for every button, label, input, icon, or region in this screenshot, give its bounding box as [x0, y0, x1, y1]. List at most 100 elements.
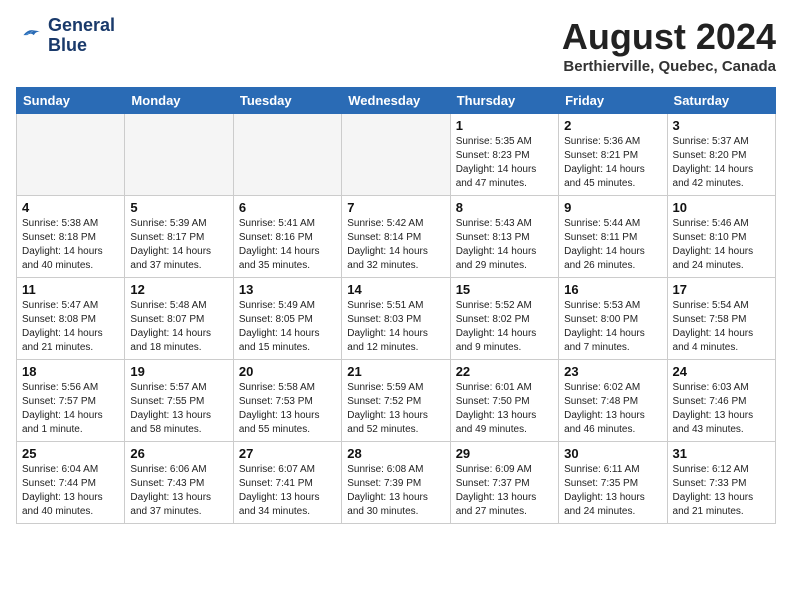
day-number: 13 [239, 282, 336, 297]
day-number: 18 [22, 364, 119, 379]
calendar-cell: 3 Sunrise: 5:37 AM Sunset: 8:20 PM Daylig… [667, 114, 775, 196]
calendar-cell: 6Sunrise: 5:41 AM Sunset: 8:16 PM Daylig… [233, 196, 341, 278]
calendar-cell: 27Sunrise: 6:07 AM Sunset: 7:41 PM Dayli… [233, 442, 341, 524]
day-number: 30 [564, 446, 661, 461]
day-info: Sunrise: 6:03 AM Sunset: 7:46 PM Dayligh… [673, 381, 770, 437]
day-number: 17 [673, 282, 770, 297]
calendar-cell: 5Sunrise: 5:39 AM Sunset: 8:17 PM Daylig… [125, 196, 233, 278]
day-info: Sunrise: 5:35 AM Sunset: 8:23 PM Dayligh… [456, 135, 553, 191]
logo-text-line2: Blue [48, 36, 115, 56]
calendar-week-1: 1 Sunrise: 5:35 AM Sunset: 8:23 PM Daylig… [17, 114, 776, 196]
day-info: Sunrise: 6:11 AM Sunset: 7:35 PM Dayligh… [564, 463, 661, 519]
calendar-cell: 28Sunrise: 6:08 AM Sunset: 7:39 PM Dayli… [342, 442, 450, 524]
calendar-cell: 4 Sunrise: 5:38 AM Sunset: 8:18 PM Daylig… [17, 196, 125, 278]
logo-icon [16, 22, 44, 50]
calendar-cell: 26Sunrise: 6:06 AM Sunset: 7:43 PM Dayli… [125, 442, 233, 524]
day-info: Sunrise: 5:51 AM Sunset: 8:03 PM Dayligh… [347, 299, 444, 355]
calendar-cell: 2Sunrise: 5:36 AM Sunset: 8:21 PM Daylig… [559, 114, 667, 196]
col-header-wednesday: Wednesday [342, 88, 450, 114]
calendar-header-row: SundayMondayTuesdayWednesdayThursdayFrid… [17, 88, 776, 114]
day-info: Sunrise: 5:52 AM Sunset: 8:02 PM Dayligh… [456, 299, 553, 355]
day-info: Sunrise: 5:38 AM Sunset: 8:18 PM Dayligh… [22, 217, 119, 273]
day-info: Sunrise: 5:53 AM Sunset: 8:00 PM Dayligh… [564, 299, 661, 355]
calendar-week-2: 4 Sunrise: 5:38 AM Sunset: 8:18 PM Daylig… [17, 196, 776, 278]
day-info: Sunrise: 5:58 AM Sunset: 7:53 PM Dayligh… [239, 381, 336, 437]
day-number: 26 [130, 446, 227, 461]
day-number: 8 [456, 200, 553, 215]
calendar-week-3: 11 Sunrise: 5:47 AM Sunset: 8:08 PM Dayli… [17, 278, 776, 360]
day-number: 21 [347, 364, 444, 379]
day-number: 12 [130, 282, 227, 297]
page-header: General Blue August 2024 Berthierville, … [16, 16, 776, 75]
logo-text-line1: General [48, 16, 115, 36]
day-number: 31 [673, 446, 770, 461]
calendar-cell: 29Sunrise: 6:09 AM Sunset: 7:37 PM Dayli… [450, 442, 558, 524]
day-info: Sunrise: 6:01 AM Sunset: 7:50 PM Dayligh… [456, 381, 553, 437]
day-number: 24 [673, 364, 770, 379]
day-info: Sunrise: 6:12 AM Sunset: 7:33 PM Dayligh… [673, 463, 770, 519]
day-number: 15 [456, 282, 553, 297]
day-info: Sunrise: 5:56 AM Sunset: 7:57 PM Dayligh… [22, 381, 119, 437]
day-info: Sunrise: 5:59 AM Sunset: 7:52 PM Dayligh… [347, 381, 444, 437]
day-number: 9 [564, 200, 661, 215]
calendar-cell: 15 Sunrise: 5:52 AM Sunset: 8:02 PM Dayli… [450, 278, 558, 360]
col-header-friday: Friday [559, 88, 667, 114]
day-info: Sunrise: 5:36 AM Sunset: 8:21 PM Dayligh… [564, 135, 661, 191]
calendar-cell: 13 Sunrise: 5:49 AM Sunset: 8:05 PM Dayli… [233, 278, 341, 360]
day-number: 4 [22, 200, 119, 215]
day-info: Sunrise: 6:04 AM Sunset: 7:44 PM Dayligh… [22, 463, 119, 519]
calendar-cell: 7Sunrise: 5:42 AM Sunset: 8:14 PM Daylig… [342, 196, 450, 278]
calendar-cell: 24 Sunrise: 6:03 AM Sunset: 7:46 PM Dayli… [667, 360, 775, 442]
day-info: Sunrise: 5:47 AM Sunset: 8:08 PM Dayligh… [22, 299, 119, 355]
day-info: Sunrise: 6:07 AM Sunset: 7:41 PM Dayligh… [239, 463, 336, 519]
calendar-cell: 9Sunrise: 5:44 AM Sunset: 8:11 PM Daylig… [559, 196, 667, 278]
day-info: Sunrise: 5:37 AM Sunset: 8:20 PM Dayligh… [673, 135, 770, 191]
calendar-cell [17, 114, 125, 196]
calendar-table: SundayMondayTuesdayWednesdayThursdayFrid… [16, 87, 776, 524]
calendar-cell: 1 Sunrise: 5:35 AM Sunset: 8:23 PM Daylig… [450, 114, 558, 196]
calendar-cell: 23 Sunrise: 6:02 AM Sunset: 7:48 PM Dayli… [559, 360, 667, 442]
col-header-monday: Monday [125, 88, 233, 114]
calendar-cell: 17 Sunrise: 5:54 AM Sunset: 7:58 PM Dayli… [667, 278, 775, 360]
day-number: 3 [673, 118, 770, 133]
logo: General Blue [16, 16, 115, 56]
calendar-cell: 10 Sunrise: 5:46 AM Sunset: 8:10 PM Dayli… [667, 196, 775, 278]
calendar-cell: 21 Sunrise: 5:59 AM Sunset: 7:52 PM Dayli… [342, 360, 450, 442]
day-number: 11 [22, 282, 119, 297]
calendar-cell: 14 Sunrise: 5:51 AM Sunset: 8:03 PM Dayli… [342, 278, 450, 360]
calendar-cell: 30 Sunrise: 6:11 AM Sunset: 7:35 PM Dayli… [559, 442, 667, 524]
calendar-week-5: 25 Sunrise: 6:04 AM Sunset: 7:44 PM Dayli… [17, 442, 776, 524]
col-header-sunday: Sunday [17, 88, 125, 114]
col-header-thursday: Thursday [450, 88, 558, 114]
calendar-cell: 25 Sunrise: 6:04 AM Sunset: 7:44 PM Dayli… [17, 442, 125, 524]
calendar-cell: 12Sunrise: 5:48 AM Sunset: 8:07 PM Dayli… [125, 278, 233, 360]
calendar-cell: 22 Sunrise: 6:01 AM Sunset: 7:50 PM Dayli… [450, 360, 558, 442]
day-number: 6 [239, 200, 336, 215]
day-info: Sunrise: 5:49 AM Sunset: 8:05 PM Dayligh… [239, 299, 336, 355]
calendar-cell [233, 114, 341, 196]
calendar-cell: 31 Sunrise: 6:12 AM Sunset: 7:33 PM Dayli… [667, 442, 775, 524]
calendar-cell: 19Sunrise: 5:57 AM Sunset: 7:55 PM Dayli… [125, 360, 233, 442]
col-header-tuesday: Tuesday [233, 88, 341, 114]
calendar-week-4: 18 Sunrise: 5:56 AM Sunset: 7:57 PM Dayli… [17, 360, 776, 442]
calendar-cell: 11 Sunrise: 5:47 AM Sunset: 8:08 PM Dayli… [17, 278, 125, 360]
day-info: Sunrise: 5:39 AM Sunset: 8:17 PM Dayligh… [130, 217, 227, 273]
day-info: Sunrise: 5:46 AM Sunset: 8:10 PM Dayligh… [673, 217, 770, 273]
day-number: 22 [456, 364, 553, 379]
day-number: 14 [347, 282, 444, 297]
day-info: Sunrise: 6:02 AM Sunset: 7:48 PM Dayligh… [564, 381, 661, 437]
calendar-cell: 16Sunrise: 5:53 AM Sunset: 8:00 PM Dayli… [559, 278, 667, 360]
calendar-cell [125, 114, 233, 196]
location-text: Berthierville, Quebec, Canada [562, 58, 776, 75]
calendar-cell: 8 Sunrise: 5:43 AM Sunset: 8:13 PM Daylig… [450, 196, 558, 278]
calendar-cell: 18 Sunrise: 5:56 AM Sunset: 7:57 PM Dayli… [17, 360, 125, 442]
col-header-saturday: Saturday [667, 88, 775, 114]
day-info: Sunrise: 5:43 AM Sunset: 8:13 PM Dayligh… [456, 217, 553, 273]
day-info: Sunrise: 5:54 AM Sunset: 7:58 PM Dayligh… [673, 299, 770, 355]
month-title: August 2024 [562, 16, 776, 58]
day-number: 20 [239, 364, 336, 379]
day-number: 10 [673, 200, 770, 215]
day-number: 25 [22, 446, 119, 461]
day-number: 23 [564, 364, 661, 379]
day-number: 1 [456, 118, 553, 133]
